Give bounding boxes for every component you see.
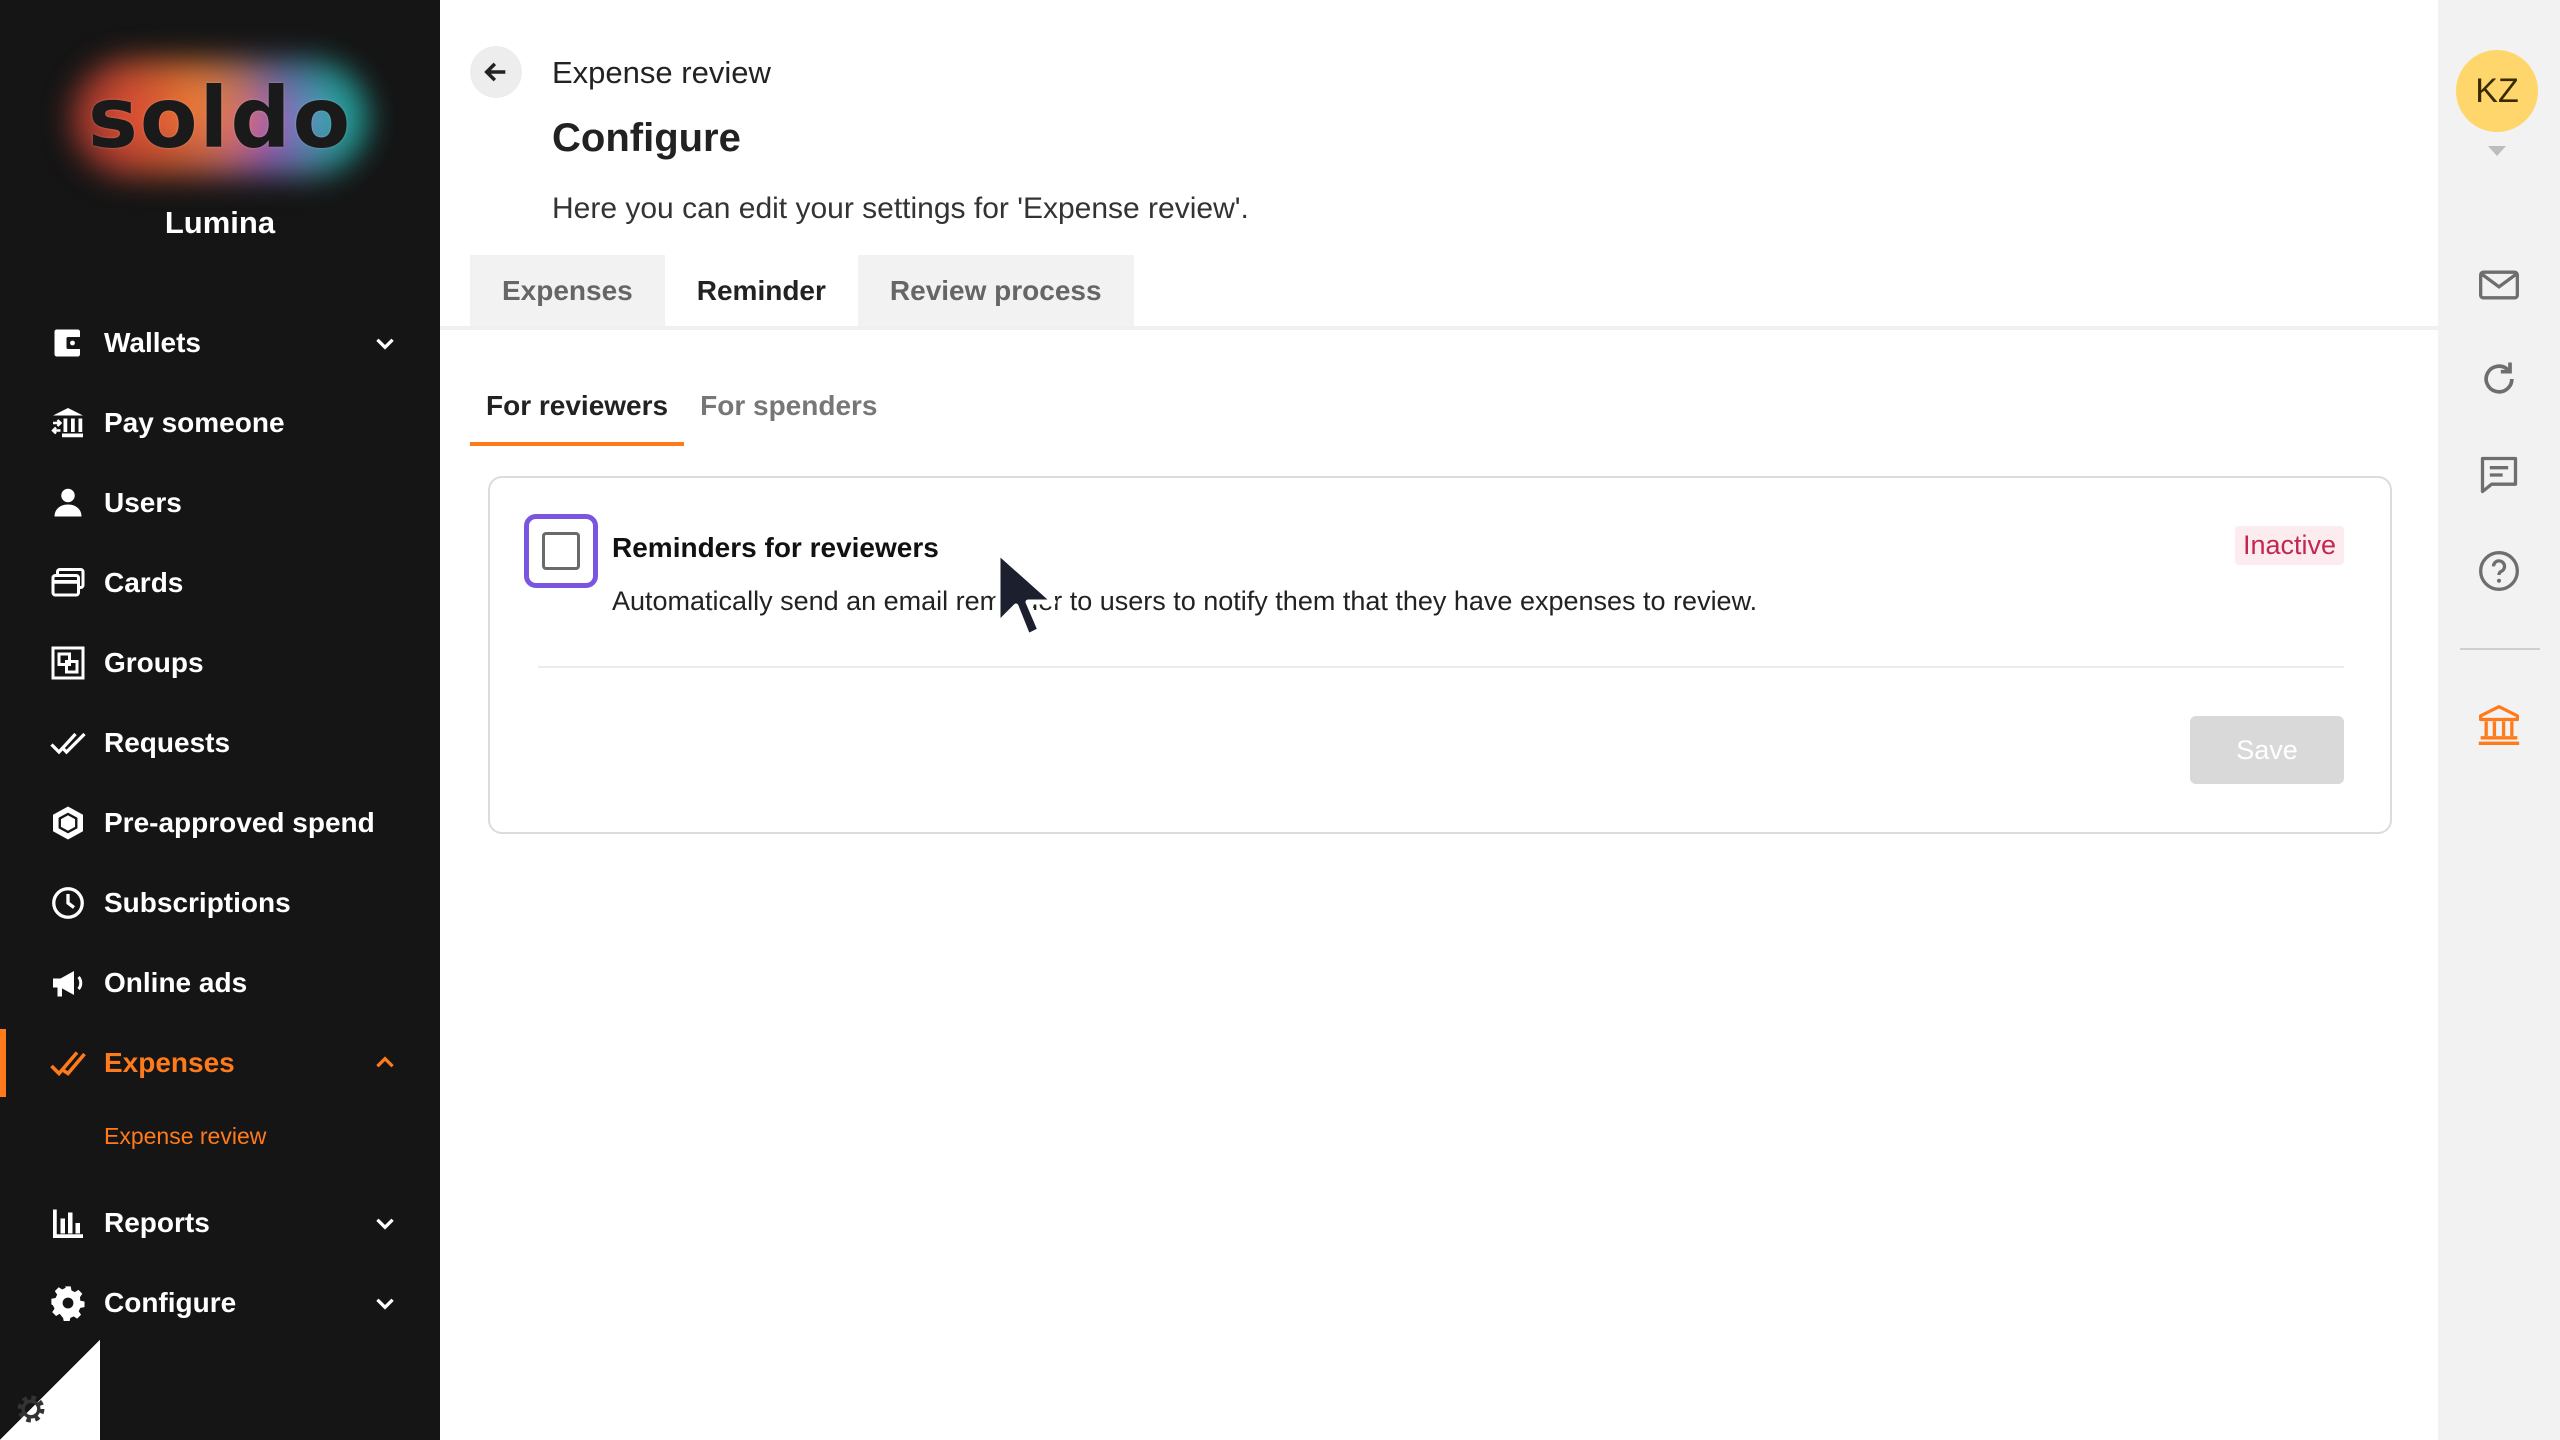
user-icon bbox=[48, 483, 88, 523]
card-title: Reminders for reviewers bbox=[612, 532, 939, 563]
double-check-icon bbox=[48, 723, 88, 763]
sidebar-item-label: Configure bbox=[104, 1287, 237, 1318]
page-title: Configure bbox=[552, 116, 741, 160]
settings-gear-icon[interactable] bbox=[14, 1392, 48, 1426]
sidebar-item-cards[interactable]: Cards bbox=[0, 543, 440, 623]
back-button[interactable] bbox=[470, 46, 522, 98]
sidebar-item-pay-someone[interactable]: Pay someone bbox=[0, 383, 440, 463]
sidebar-item-groups[interactable]: Groups bbox=[0, 623, 440, 703]
chat-icon[interactable] bbox=[2476, 452, 2522, 498]
sidebar-subitem-expense-review[interactable]: Expense review bbox=[104, 1123, 266, 1150]
app-window: soldo Lumina Wallets Pay someone Users C… bbox=[0, 0, 2560, 1440]
card-description: Automatically send an email reminder to … bbox=[612, 586, 1758, 616]
chevron-down-icon[interactable] bbox=[370, 1208, 400, 1238]
mouse-cursor-icon bbox=[995, 549, 1057, 639]
sidebar-item-label: Groups bbox=[104, 647, 204, 678]
checkbox-box bbox=[542, 532, 580, 570]
reminder-settings-card: Reminders for reviewers Automatically se… bbox=[488, 476, 2392, 834]
help-icon[interactable] bbox=[2476, 548, 2522, 594]
sidebar-item-label: Online ads bbox=[104, 967, 248, 998]
refresh-icon[interactable] bbox=[2476, 356, 2522, 402]
sidebar-item-users[interactable]: Users bbox=[0, 463, 440, 543]
subtab-for-spenders[interactable]: For spenders bbox=[684, 390, 893, 446]
rail-divider bbox=[2460, 648, 2540, 650]
company-name: Lumina bbox=[164, 205, 276, 240]
bank-transfer-icon bbox=[48, 403, 88, 443]
arrow-left-icon bbox=[484, 62, 506, 82]
bank-icon[interactable] bbox=[2476, 702, 2522, 748]
chevron-down-icon[interactable] bbox=[370, 1288, 400, 1318]
mail-icon[interactable] bbox=[2476, 262, 2522, 308]
breadcrumb[interactable]: Expense review bbox=[552, 55, 771, 91]
sidebar-item-label: Subscriptions bbox=[104, 887, 291, 918]
tab-expenses[interactable]: Expenses bbox=[470, 255, 665, 327]
subtab-bar: For reviewers For spenders bbox=[470, 390, 894, 446]
expenses-check-icon bbox=[48, 1043, 88, 1083]
logo-text: soldo bbox=[87, 69, 353, 167]
sidebar-item-configure[interactable]: Configure bbox=[0, 1263, 440, 1343]
tab-bar: Expenses Reminder Review process bbox=[470, 255, 1134, 327]
sidebar-item-label: Pre-approved spend bbox=[104, 807, 375, 838]
page-description: Here you can edit your settings for 'Exp… bbox=[552, 192, 1249, 225]
chevron-down-icon[interactable] bbox=[370, 328, 400, 358]
right-rail: KZ bbox=[2438, 0, 2560, 1440]
wallet-icon bbox=[48, 323, 88, 363]
sidebar-item-label: Requests bbox=[104, 727, 231, 758]
sidebar-item-label: Pay someone bbox=[104, 407, 285, 438]
sidebar-item-label: Reports bbox=[104, 1207, 210, 1238]
reminders-checkbox[interactable] bbox=[524, 514, 598, 588]
sidebar-item-expenses[interactable]: Expenses bbox=[0, 1023, 440, 1103]
tab-bar-divider bbox=[440, 326, 2438, 330]
sidebar-item-label: Expenses bbox=[104, 1047, 235, 1078]
cards-icon bbox=[48, 563, 88, 603]
megaphone-icon bbox=[48, 963, 88, 1003]
sidebar: soldo Lumina Wallets Pay someone Users C… bbox=[0, 0, 440, 1440]
sidebar-item-wallets[interactable]: Wallets bbox=[0, 303, 440, 383]
chevron-up-icon[interactable] bbox=[370, 1048, 400, 1078]
gear-icon bbox=[48, 1283, 88, 1323]
sidebar-item-subscriptions[interactable]: Subscriptions bbox=[0, 863, 440, 943]
soldo-logo[interactable]: soldo bbox=[60, 58, 380, 178]
avatar[interactable]: KZ bbox=[2456, 50, 2538, 132]
status-badge: Inactive bbox=[2234, 526, 2344, 565]
sidebar-item-requests[interactable]: Requests bbox=[0, 703, 440, 783]
card-divider bbox=[538, 666, 2344, 668]
main-content: Expense review Configure Here you can ed… bbox=[440, 0, 2438, 1440]
hexagon-icon bbox=[48, 803, 88, 843]
bar-chart-icon bbox=[48, 1203, 88, 1243]
caret-down-icon[interactable] bbox=[2488, 146, 2506, 156]
sidebar-item-label: Users bbox=[104, 487, 182, 518]
sidebar-item-label: Wallets bbox=[104, 327, 201, 358]
tab-review-process[interactable]: Review process bbox=[857, 255, 1134, 327]
tab-reminder[interactable]: Reminder bbox=[664, 255, 858, 327]
sidebar-item-reports[interactable]: Reports bbox=[0, 1183, 440, 1263]
sidebar-item-pre-approved-spend[interactable]: Pre-approved spend bbox=[0, 783, 440, 863]
clock-icon bbox=[48, 883, 88, 923]
sidebar-item-label: Cards bbox=[104, 567, 184, 598]
subtab-for-reviewers[interactable]: For reviewers bbox=[470, 390, 685, 446]
save-button[interactable]: Save bbox=[2190, 716, 2344, 784]
groups-icon bbox=[48, 643, 88, 683]
sidebar-item-online-ads[interactable]: Online ads bbox=[0, 943, 440, 1023]
